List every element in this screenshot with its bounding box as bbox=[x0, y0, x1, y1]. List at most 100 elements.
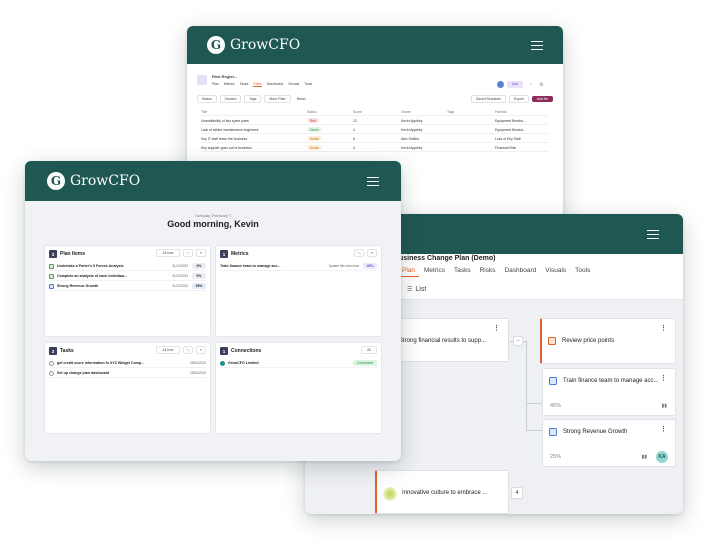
menu-icon[interactable]: ≡ bbox=[367, 249, 377, 257]
risk-owner: Kevin Appleby bbox=[401, 118, 423, 123]
strong-revenue-growth-node[interactable]: Strong Revenue Growth ⋮ 25% ▮▮ KA bbox=[542, 419, 676, 467]
table-row[interactable]: Lack of skilled maintenance engineers Gr… bbox=[201, 126, 549, 134]
connector-line bbox=[526, 403, 543, 404]
risks-table-header: Title Status Score Owner Tags Parents bbox=[201, 108, 549, 116]
tab-tools[interactable]: Tools bbox=[304, 82, 312, 87]
plan-item-icon bbox=[548, 337, 556, 345]
col-title: Title bbox=[201, 109, 208, 114]
review-price-points-node[interactable]: Review price points ⋮ bbox=[540, 318, 676, 364]
risk-parent[interactable]: Financial Risk bbox=[495, 146, 545, 150]
item-progress: 25% bbox=[192, 283, 206, 289]
table-row[interactable]: Key IT staff leave the business Amber 6 … bbox=[201, 135, 549, 143]
task-checkbox[interactable] bbox=[49, 370, 54, 376]
innovative-culture-node[interactable]: Innovative culture to embrace ... bbox=[375, 470, 509, 514]
add-new-button[interactable]: Add Ne bbox=[531, 96, 553, 102]
status-filter[interactable]: Status bbox=[197, 95, 217, 103]
dashboard-window-header: G GrowCFO bbox=[25, 161, 401, 201]
settings-icon[interactable]: ⚙ bbox=[539, 82, 543, 88]
risk-title[interactable]: Lack of skilled maintenance engineers bbox=[201, 128, 307, 132]
collapse-toggle[interactable]: − bbox=[513, 336, 523, 346]
tasks-count: 2 bbox=[49, 347, 57, 355]
chart-icon[interactable]: ▮▮ bbox=[641, 454, 647, 460]
risk-parent[interactable]: Equipment Breakd... bbox=[495, 119, 545, 123]
expand-icon[interactable]: ⤡ bbox=[354, 249, 364, 257]
risk-owner: Kevin Appleby bbox=[401, 127, 423, 132]
hamburger-menu-icon[interactable] bbox=[647, 229, 659, 239]
export-button[interactable]: Export bbox=[508, 95, 529, 103]
connections-card: 1 Connections All GrowCFO Limited Connec… bbox=[215, 342, 382, 434]
help-icon[interactable]: ◔ bbox=[529, 82, 532, 88]
list-item[interactable]: Complete an analysis of each individua..… bbox=[49, 272, 206, 281]
expand-icon[interactable]: ⤡ bbox=[183, 346, 193, 354]
tab-dashboard[interactable]: Dashboard bbox=[504, 267, 536, 274]
list-item[interactable]: GrowCFO Limited Connected bbox=[220, 359, 377, 368]
connections-filter-select[interactable]: All bbox=[361, 346, 377, 354]
more-options-icon[interactable]: ⋮ bbox=[660, 425, 667, 433]
culture-icon bbox=[383, 487, 397, 501]
hamburger-menu-icon[interactable] bbox=[531, 40, 543, 50]
strong-financial-results-node[interactable]: Strong financial results to supp... ⋮ bbox=[389, 318, 509, 362]
time-filter-select[interactable]: All time bbox=[156, 249, 180, 257]
status-badge: Amber bbox=[307, 145, 323, 150]
user-avatar[interactable] bbox=[497, 81, 504, 88]
logo-text: GrowCFO bbox=[230, 37, 301, 53]
plan-title: usiness Change Plan (Demo) bbox=[399, 255, 496, 262]
tab-risks[interactable]: Risks bbox=[253, 82, 262, 87]
add-button[interactable]: Add bbox=[507, 81, 523, 88]
growcfo-logo[interactable]: G GrowCFO bbox=[47, 172, 140, 190]
train-finance-team-node[interactable]: Train finance team to manage acc... ⋮ 45… bbox=[542, 368, 676, 416]
more-options-icon[interactable]: ⋮ bbox=[660, 374, 667, 382]
item-label: Set up change plan dashboard bbox=[57, 371, 110, 375]
list-item[interactable]: Train finance team to manage acc... Upda… bbox=[220, 262, 377, 271]
children-count-chip[interactable]: 4 bbox=[511, 487, 523, 499]
more-filter-button[interactable]: More Filter bbox=[264, 95, 291, 103]
risk-title[interactable]: Unavailability of key spare parts bbox=[201, 119, 307, 123]
status-badge: Amber bbox=[307, 136, 323, 141]
more-options-icon[interactable]: ⋮ bbox=[493, 324, 500, 332]
node-label: Review price points bbox=[562, 338, 615, 344]
risk-parent[interactable]: Equipment Breakd... bbox=[495, 128, 545, 132]
item-label: Complete an analysis of each individua..… bbox=[57, 274, 128, 278]
time-filter-select[interactable]: All time bbox=[156, 346, 180, 354]
tab-tools[interactable]: Tools bbox=[575, 267, 590, 274]
table-row[interactable]: Key supplier goes out of business Amber … bbox=[201, 144, 549, 152]
avatar[interactable]: KA bbox=[656, 451, 668, 463]
list-item[interactable]: Undertake a Porter's 5 Forces Analysis 3… bbox=[49, 262, 206, 271]
menu-icon[interactable]: ≡ bbox=[196, 249, 206, 257]
tab-dashboard[interactable]: Dashboard bbox=[267, 82, 284, 87]
node-label: Strong financial results to supp... bbox=[399, 338, 487, 344]
list-item[interactable]: Set up change plan dashboard 29/03/2023 bbox=[49, 369, 206, 378]
tab-plan[interactable]: Plan bbox=[212, 82, 219, 87]
item-date: 31/12/2023 bbox=[172, 284, 188, 288]
hamburger-menu-icon[interactable] bbox=[367, 176, 379, 186]
tab-plan[interactable]: Plan bbox=[402, 267, 415, 274]
tab-visuals[interactable]: Visuals bbox=[288, 82, 299, 87]
menu-icon[interactable]: ≡ bbox=[196, 346, 206, 354]
task-checkbox[interactable] bbox=[49, 360, 54, 366]
table-row[interactable]: Unavailability of key spare parts Red 12… bbox=[201, 117, 549, 125]
tab-metrics[interactable]: Metrics bbox=[224, 82, 235, 87]
expand-icon[interactable]: ⤡ bbox=[183, 249, 193, 257]
tab-metrics[interactable]: Metrics bbox=[424, 267, 445, 274]
connections-title: Connections bbox=[231, 348, 262, 354]
risk-parent[interactable]: Loss of Key Staff bbox=[495, 137, 545, 141]
list-item[interactable]: Strong Revenue Growth 31/12/2023 25% bbox=[49, 282, 206, 291]
list-item[interactable]: get credit score information fo XYZ Widg… bbox=[49, 359, 206, 368]
chart-icon[interactable]: ▮▮ bbox=[661, 403, 667, 409]
tab-risks[interactable]: Risks bbox=[480, 267, 496, 274]
tab-tasks[interactable]: Tasks bbox=[454, 267, 471, 274]
owners-filter[interactable]: Owners bbox=[219, 95, 242, 103]
tab-visuals[interactable]: Visuals bbox=[545, 267, 566, 274]
risk-title[interactable]: Key IT staff leave the business bbox=[201, 137, 307, 141]
date-label: Tuesday, February 7 bbox=[194, 213, 232, 218]
tab-tasks[interactable]: Tasks bbox=[240, 82, 249, 87]
list-view-button[interactable]: ☰ List bbox=[407, 286, 426, 293]
item-label: Strong Revenue Growth bbox=[57, 284, 99, 288]
reset-button[interactable]: Reset bbox=[294, 96, 309, 102]
growcfo-logo[interactable]: G GrowCFO bbox=[207, 36, 300, 54]
project-icon bbox=[197, 75, 207, 85]
tags-filter[interactable]: Tags bbox=[244, 95, 262, 103]
saved-searches-button[interactable]: Saved Searches bbox=[470, 95, 506, 103]
more-options-icon[interactable]: ⋮ bbox=[660, 324, 667, 332]
risk-title[interactable]: Key supplier goes out of business bbox=[201, 146, 307, 150]
